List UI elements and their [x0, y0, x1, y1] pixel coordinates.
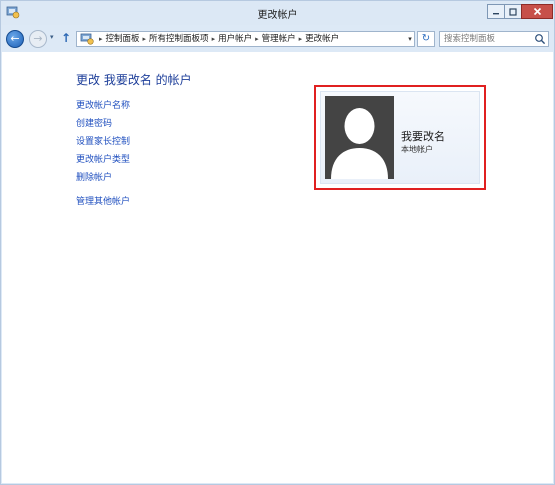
window: 更改帐户 ← → ▾ ↑ ▸ 控制面板 ▸ 所有控制面板项 ▸ 用户帐户 ▸ 管…	[0, 0, 555, 485]
refresh-icon: ↻	[421, 33, 431, 44]
back-button[interactable]: ←	[6, 30, 24, 48]
delete-account-link[interactable]: 删除帐户	[76, 170, 112, 183]
chevron-down-icon: ▾	[408, 35, 412, 43]
search-icon[interactable]	[534, 33, 546, 45]
forward-button[interactable]: →	[29, 30, 47, 48]
parental-controls-link[interactable]: 设置家长控制	[76, 134, 130, 147]
manage-other-accounts-link[interactable]: 管理其他帐户	[76, 194, 130, 207]
minimize-button[interactable]	[487, 4, 505, 19]
address-bar[interactable]: ▸ 控制面板 ▸ 所有控制面板项 ▸ 用户帐户 ▸ 管理帐户 ▸ 更改帐户 ▾	[76, 31, 415, 47]
breadcrumb-item[interactable]: 更改帐户	[305, 34, 339, 44]
up-button[interactable]: ↑	[61, 31, 73, 45]
maximize-button[interactable]	[504, 4, 522, 19]
close-icon	[533, 7, 541, 16]
breadcrumb: ▸ 控制面板 ▸ 所有控制面板项 ▸ 用户帐户 ▸ 管理帐户 ▸ 更改帐户	[96, 32, 339, 46]
address-dropdown-button[interactable]: ▾	[405, 32, 415, 46]
breadcrumb-item[interactable]: 管理帐户	[262, 34, 296, 44]
breadcrumb-separator-icon[interactable]: ▸	[209, 35, 219, 43]
account-name: 我要改名	[401, 130, 445, 143]
change-account-name-link[interactable]: 更改帐户名称	[76, 98, 130, 111]
breadcrumb-separator-icon[interactable]: ▸	[296, 35, 306, 43]
arrow-left-icon: ←	[10, 32, 20, 45]
close-button[interactable]	[521, 4, 553, 19]
refresh-button[interactable]: ↻	[417, 31, 435, 47]
arrow-up-icon: ↑	[61, 31, 72, 45]
content-area: 更改 我要改名 的帐户 更改帐户名称 创建密码 设置家长控制 更改帐户类型 删除…	[2, 52, 553, 483]
account-type: 本地帐户	[401, 145, 433, 154]
breadcrumb-separator-icon: ▸	[99, 35, 103, 43]
change-account-type-link[interactable]: 更改帐户类型	[76, 152, 130, 165]
breadcrumb-separator-icon[interactable]: ▸	[140, 35, 150, 43]
breadcrumb-item[interactable]: 所有控制面板项	[149, 34, 209, 44]
recent-locations-button[interactable]: ▾	[50, 33, 58, 43]
page-title: 更改 我要改名 的帐户	[76, 73, 192, 87]
create-password-link[interactable]: 创建密码	[76, 116, 112, 129]
breadcrumb-separator-icon[interactable]: ▸	[252, 35, 262, 43]
avatar	[325, 96, 394, 179]
user-silhouette-icon	[331, 108, 388, 179]
search-input[interactable]	[440, 32, 536, 46]
search-box[interactable]	[439, 31, 549, 47]
navigation-bar: ← → ▾ ↑ ▸ 控制面板 ▸ 所有控制面板项 ▸ 用户帐户 ▸ 管理帐户 ▸ 更改帐户 ▾	[1, 27, 554, 51]
arrow-right-icon: →	[33, 32, 43, 45]
breadcrumb-item[interactable]: 控制面板	[106, 34, 140, 44]
maximize-icon	[509, 7, 517, 16]
account-card: 我要改名 本地帐户	[314, 85, 486, 190]
title-bar[interactable]: 更改帐户	[1, 1, 554, 25]
breadcrumb-item[interactable]: 用户帐户	[218, 34, 252, 44]
window-title: 更改帐户	[257, 10, 298, 21]
account-tile: 我要改名 本地帐户	[320, 91, 480, 184]
minimize-icon	[493, 12, 499, 14]
control-panel-icon	[80, 33, 94, 45]
chevron-down-icon: ▾	[50, 33, 54, 41]
